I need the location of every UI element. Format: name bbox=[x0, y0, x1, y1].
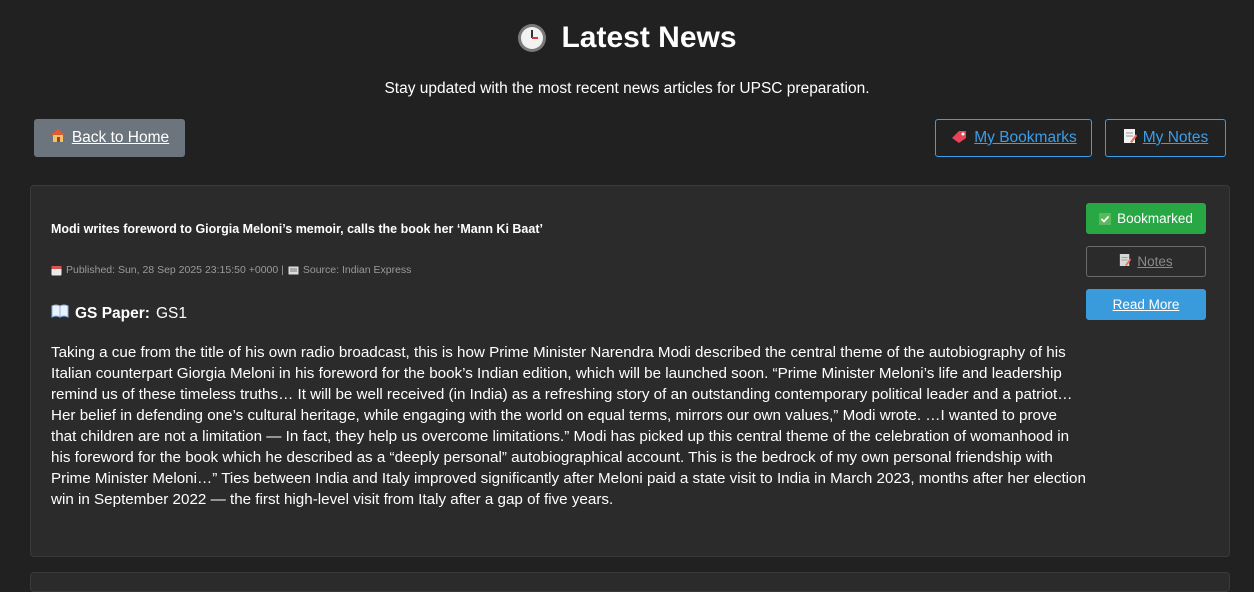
read-more-button[interactable]: Read More bbox=[1086, 289, 1206, 320]
bookmarked-label: Bookmarked bbox=[1117, 211, 1193, 226]
page-title: Latest News bbox=[0, 18, 1254, 58]
my-notes-button[interactable]: My Notes bbox=[1105, 119, 1226, 157]
article-title: Modi writes foreword to Giorgia Meloni’s… bbox=[51, 222, 543, 236]
gs-paper: GS Paper: GS1 bbox=[51, 304, 187, 323]
bookmarked-button[interactable]: Bookmarked bbox=[1086, 203, 1206, 234]
notes-label: Notes bbox=[1137, 254, 1173, 269]
gs-paper-value: GS1 bbox=[155, 304, 187, 322]
article-meta: Published: Sun, 28 Sep 2025 23:15:50 +00… bbox=[51, 264, 411, 276]
back-to-home-label: Back to Home bbox=[71, 129, 170, 146]
my-bookmarks-label: My Bookmarks bbox=[974, 129, 1077, 146]
published-date: Published: Sun, 28 Sep 2025 23:15:50 +00… bbox=[66, 264, 284, 276]
gs-paper-label: GS Paper: bbox=[75, 304, 150, 322]
bookmark-tag-icon bbox=[950, 129, 968, 148]
read-more-label: Read More bbox=[1112, 297, 1180, 312]
check-mark-icon bbox=[1099, 212, 1112, 225]
open-book-icon bbox=[51, 304, 69, 323]
memo-icon bbox=[1119, 253, 1132, 270]
house-icon bbox=[50, 128, 66, 148]
newspaper-icon bbox=[288, 265, 299, 276]
news-article-card: Modi writes foreword to Giorgia Meloni’s… bbox=[30, 185, 1230, 557]
article-source: Source: Indian Express bbox=[302, 264, 412, 276]
my-bookmarks-button[interactable]: My Bookmarks bbox=[935, 119, 1092, 157]
clock-icon bbox=[517, 23, 547, 53]
memo-icon bbox=[1123, 128, 1137, 149]
calendar-icon bbox=[51, 265, 62, 276]
notes-button[interactable]: Notes bbox=[1086, 246, 1206, 277]
article-summary: Taking a cue from the title of his own r… bbox=[51, 344, 1086, 508]
page-title-text: Latest News bbox=[561, 21, 737, 54]
page-subtitle: Stay updated with the most recent news a… bbox=[384, 80, 870, 97]
next-article-card bbox=[30, 572, 1230, 592]
my-notes-label: My Notes bbox=[1142, 129, 1209, 146]
back-to-home-button[interactable]: Back to Home bbox=[34, 119, 185, 157]
